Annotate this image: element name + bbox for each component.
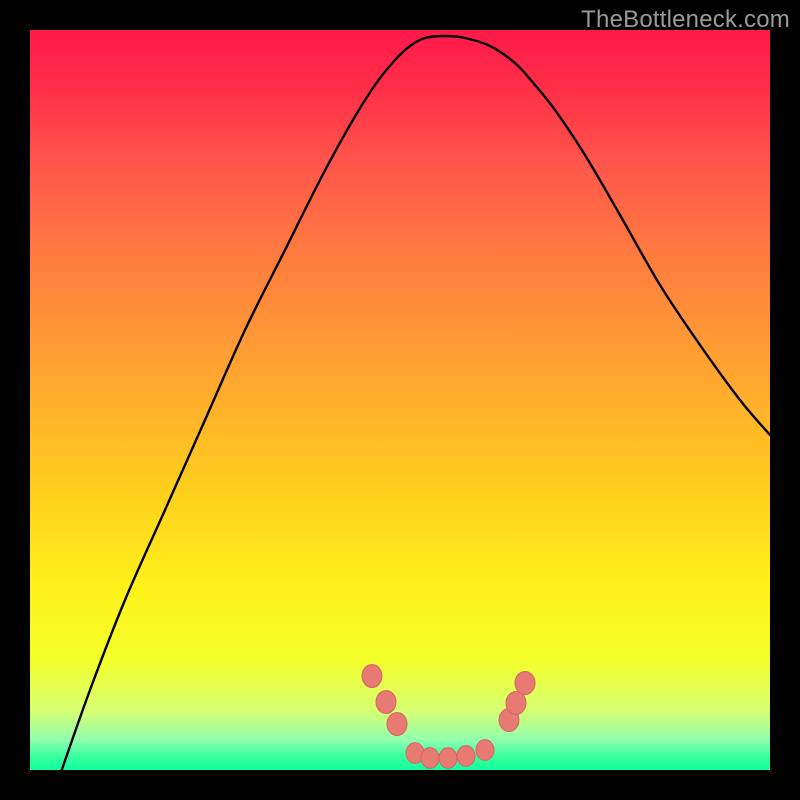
chart-svg — [30, 30, 770, 770]
marker-floor-5 — [476, 740, 494, 761]
marker-left-upper — [362, 665, 382, 688]
marker-right-upper — [515, 672, 535, 695]
plot-area — [30, 30, 770, 770]
marker-right-mid — [506, 692, 526, 715]
marker-group — [362, 665, 535, 769]
marker-floor-4 — [457, 746, 475, 767]
watermark-text: TheBottleneck.com — [581, 6, 790, 34]
marker-left-mid — [376, 691, 396, 714]
marker-floor-2 — [421, 748, 439, 769]
marker-left-lower — [387, 713, 407, 736]
marker-floor-3 — [439, 748, 457, 769]
bottleneck-curve — [60, 36, 770, 770]
